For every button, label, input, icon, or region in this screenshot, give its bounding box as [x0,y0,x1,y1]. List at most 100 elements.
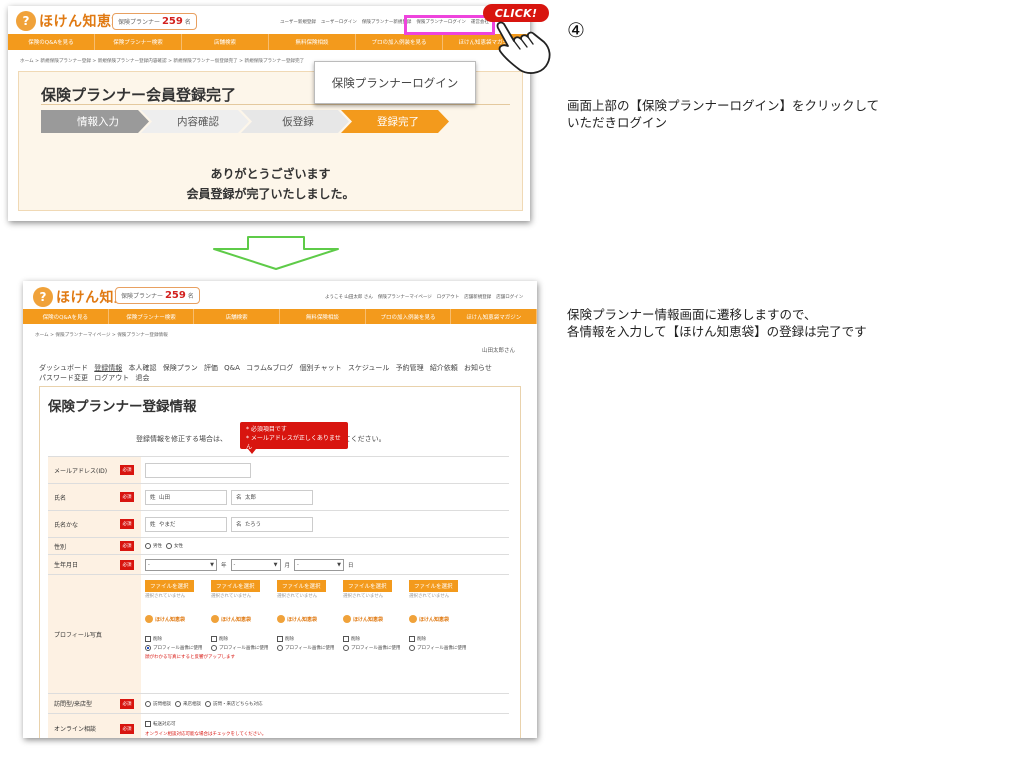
radio-circle-icon [205,700,211,707]
file-none-text: 選択されていません [343,594,384,599]
birth-year-select[interactable]: - ▼ [145,558,217,571]
main-nav: 保険のQ&Aを見る 保険プランナー検索 店舗検索 無料保険相談 プロの加入例装を… [8,34,530,50]
use-profile-radio[interactable]: プロフィール画像に使用 [409,645,469,651]
nav-qa[interactable]: 保険のQ&Aを見る [8,34,95,50]
menu-dashboard[interactable]: ダッシュボード [39,364,88,372]
step-number: ④ [567,18,585,42]
menu-logout[interactable]: ログアウト [94,374,129,382]
use-profile-radio[interactable]: プロフィール画像に使用 [277,645,337,651]
label-name-text: 氏名 [54,494,67,502]
radio-both-label: 訪問・来店どちらも対応 [213,701,263,707]
radio-circle-icon [343,645,349,651]
menu-registration-info[interactable]: 登録情報 [94,364,122,372]
planner-count-label: 保険プランナー [121,293,164,300]
dropdown-arrow-icon: ▼ [337,561,342,568]
use-profile-radio[interactable]: プロフィール画像に使用 [343,645,403,651]
row-email: メールアドレス(ID) 必須 [48,457,509,484]
last-kana-input[interactable]: 姓 やまだ [145,516,227,532]
radio-circle-icon [277,645,283,651]
menu-withdraw[interactable]: 退会 [135,374,149,382]
email-input[interactable] [145,462,251,478]
radio-store[interactable]: 来店相談 [175,700,201,707]
nav-qa[interactable]: 保険のQ&Aを見る [23,309,109,324]
menu-notices[interactable]: お知らせ [464,364,492,372]
checkbox-icon [343,636,349,642]
planner-login-popup[interactable]: 保険プランナーログイン [314,61,476,104]
first-name-input[interactable]: 名 太郎 [231,489,313,505]
menu-column[interactable]: コラム&ブログ [246,364,293,372]
label-visit-text: 訪問型/来店型 [54,701,93,708]
link-store-register[interactable]: 店舗新規登録 [464,294,491,300]
checkbox-icon [277,636,283,642]
row-name: 氏名 必須 姓 山田 名 太郎 [48,484,509,511]
photo-slot: ファイルを選択 選択されていません ほけん知恵袋 [409,580,469,623]
nav-free-consult[interactable]: 無料保険相談 [269,34,356,50]
delete-label: 削除 [351,637,360,642]
radio-both[interactable]: 訪問・来店どちらも対応 [205,700,263,707]
menu-reservations[interactable]: 予約管理 [396,364,424,372]
radio-circle-icon [409,645,415,651]
file-select-button[interactable]: ファイルを選択 [145,580,194,592]
nav-store-search[interactable]: 店舗検索 [194,309,281,324]
nav-pro-examples[interactable]: プロの加入例装を見る [356,34,443,50]
first-name-prefix: 名 [236,495,242,501]
first-kana-prefix: 名 [236,522,242,528]
menu-plans[interactable]: 保険プラン [163,364,198,372]
radio-male[interactable]: 男性 [145,543,162,549]
birth-day-select[interactable]: - ▼ [294,558,345,571]
link-user-register[interactable]: ユーザー新規登録 [280,19,316,25]
use-profile-radio[interactable]: プロフィール画像に使用 [211,645,271,651]
birth-day-value: - [297,561,299,568]
file-select-button[interactable]: ファイルを選択 [343,580,392,592]
nav-planner-search[interactable]: 保険プランナー検索 [109,309,195,324]
menu-qa[interactable]: Q&A [224,364,240,372]
menu-identity[interactable]: 本人確認 [128,364,156,372]
delete-checkbox[interactable]: 削除 [409,636,469,642]
down-arrow-icon [213,236,339,270]
file-select-button[interactable]: ファイルを選択 [277,580,326,592]
link-store-login[interactable]: 店舗ログイン [496,294,523,300]
delete-checkbox[interactable]: 削除 [343,636,403,642]
radio-visit-label: 訪問相談 [153,701,171,707]
nav-free-consult[interactable]: 無料保険相談 [280,309,366,324]
thanks-line-1: ありがとうございます [210,167,331,181]
radio-female[interactable]: 女性 [166,543,183,549]
delete-checkbox[interactable]: 削除 [145,636,205,642]
nav-store-search[interactable]: 店舗検索 [182,34,269,50]
last-kana-value: やまだ [159,522,176,528]
last-name-value: 山田 [159,495,171,501]
file-select-button[interactable]: ファイルを選択 [409,580,458,592]
file-none-text: 選択されていません [145,594,186,599]
delete-label: 削除 [285,637,294,642]
online-checkbox[interactable]: 転送対応可 [145,720,176,727]
use-profile-radio[interactable]: プロフィール画像に使用 [145,645,205,651]
delete-checkbox[interactable]: 削除 [211,636,271,642]
radio-circle-icon [166,543,172,549]
progress-steps: 情報入力 内容確認 仮登録 登録完了 [41,110,441,133]
last-name-input[interactable]: 姓 山田 [145,489,227,505]
site-logo[interactable]: ? ほけん知恵袋 [16,11,126,31]
link-mypage[interactable]: 保険プランナーマイページ [378,294,432,300]
first-kana-input[interactable]: 名 たろう [231,516,313,532]
menu-referrals[interactable]: 紹介依頼 [430,364,458,372]
step2-description-line-2: 各情報を入力して【ほけん知恵袋】の登録は完了です [567,324,867,339]
link-user-login[interactable]: ユーザーログイン [321,19,357,25]
link-logout[interactable]: ログアウト [437,294,460,300]
menu-chat[interactable]: 個別チャット [300,364,342,372]
delete-checkbox[interactable]: 削除 [277,636,337,642]
last-name-prefix: 姓 [150,495,156,501]
radio-visit[interactable]: 訪問相談 [145,700,171,707]
value-online: 転送対応可 オンライン相談対応可能な場合はチェックをしてください。 [141,714,509,738]
nav-planner-search[interactable]: 保険プランナー検索 [95,34,182,50]
label-online-text: オンライン相談 [54,726,97,733]
menu-password[interactable]: パスワード変更 [39,374,88,382]
delete-label: 削除 [417,637,426,642]
menu-reviews[interactable]: 評価 [204,364,218,372]
nav-magazine[interactable]: ほけん知恵袋マガジン [451,309,537,324]
radio-female-label: 女性 [174,544,183,549]
menu-schedule[interactable]: スケジュール [348,364,390,372]
logo-mark-icon [409,615,417,623]
nav-pro-examples[interactable]: プロの加入例装を見る [366,309,452,324]
file-select-button[interactable]: ファイルを選択 [211,580,260,592]
birth-month-select[interactable]: - ▼ [230,558,281,571]
